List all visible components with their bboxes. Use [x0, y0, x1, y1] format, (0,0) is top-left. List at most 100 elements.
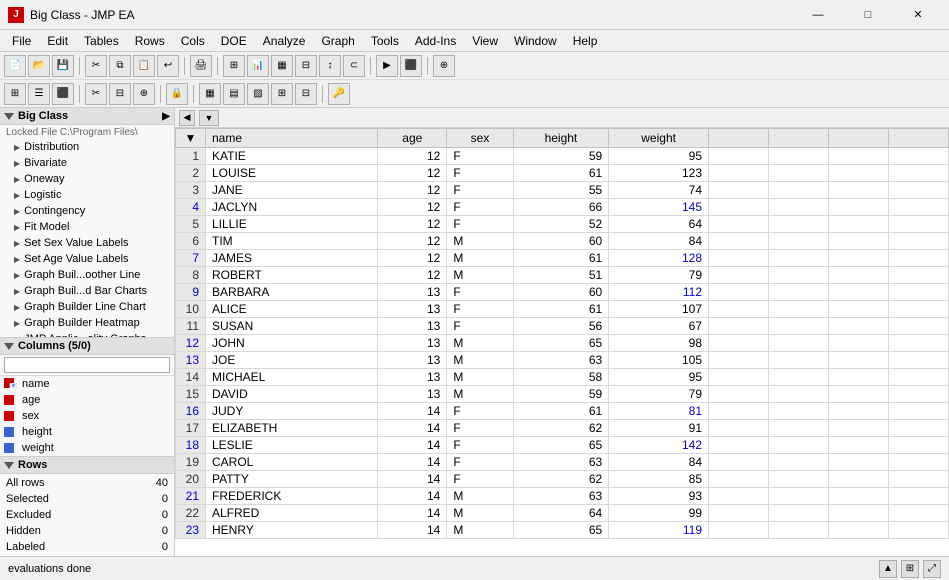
row-height: 65 [513, 437, 609, 454]
table-row: 20PATTY14F6285 [176, 471, 949, 488]
nav-distribution[interactable]: ▶ Distribution [0, 139, 174, 155]
tb2-btn2[interactable]: ☰ [28, 83, 50, 105]
tb-filter-btn[interactable]: ⊟ [295, 55, 317, 77]
table-row: 23HENRY14M65119 [176, 522, 949, 539]
col-age-item[interactable]: age [0, 392, 174, 408]
nav-fitmodel[interactable]: ▶ Fit Model [0, 219, 174, 235]
nav-contingency[interactable]: ▶ Contingency [0, 203, 174, 219]
th-name[interactable]: name [206, 129, 378, 148]
close-button[interactable]: ✕ [895, 5, 941, 25]
dataset-expand-icon[interactable]: ▶ [162, 111, 170, 122]
tb2-btn3[interactable]: ⬛ [52, 83, 74, 105]
row-empty [709, 148, 769, 165]
tb2-btn4[interactable]: ✂ [85, 83, 107, 105]
tb-undo-btn[interactable]: ↩ [157, 55, 179, 77]
row-empty [769, 437, 829, 454]
col-sex-item[interactable]: sex [0, 408, 174, 424]
tb-chart-btn[interactable]: 📊 [247, 55, 269, 77]
row-name: KATIE [206, 148, 378, 165]
row-name: JOE [206, 352, 378, 369]
table-body: 1KATIE12F59952LOUISE12F611233JANE12F5574… [176, 148, 949, 539]
menu-cols[interactable]: Cols [173, 30, 213, 51]
col-weight-item[interactable]: weight [0, 440, 174, 456]
menu-help[interactable]: Help [565, 30, 606, 51]
rows-header[interactable]: Rows [0, 457, 174, 474]
nav-oneway[interactable]: ▶ Oneway [0, 171, 174, 187]
menu-addins[interactable]: Add-Ins [407, 30, 464, 51]
dataset-section-header[interactable]: Big Class ▶ [0, 108, 174, 125]
row-empty [889, 233, 949, 250]
nav-bivariate[interactable]: ▶ Bivariate [0, 155, 174, 171]
nav-set-age[interactable]: ▶ Set Age Value Labels [0, 251, 174, 267]
menu-graph[interactable]: Graph [313, 30, 362, 51]
menu-edit[interactable]: Edit [39, 30, 76, 51]
row-height: 63 [513, 488, 609, 505]
columns-search-input[interactable] [4, 357, 170, 373]
th-row-indicator[interactable]: ▼ [176, 129, 206, 148]
tb-new-btn[interactable]: 📄 [4, 55, 26, 77]
menu-tools[interactable]: Tools [363, 30, 407, 51]
data-nav-left[interactable]: ◀ [179, 110, 195, 126]
menu-rows[interactable]: Rows [127, 30, 173, 51]
tb2-btn7[interactable]: 🔒 [166, 83, 188, 105]
rows-selected-label: Selected [2, 492, 124, 506]
tb-debug-btn[interactable]: ⬛ [400, 55, 422, 77]
menu-window[interactable]: Window [506, 30, 565, 51]
tb-paste-btn[interactable]: 📋 [133, 55, 155, 77]
columns-header[interactable]: Columns (5/0) [0, 338, 174, 355]
menu-view[interactable]: View [464, 30, 506, 51]
tb2-btn1[interactable]: ⊞ [4, 83, 26, 105]
status-grid-btn[interactable]: ⊞ [901, 560, 919, 578]
th-age[interactable]: age [378, 129, 447, 148]
row-number: 20 [176, 471, 206, 488]
nav-graph-line1[interactable]: ▶ Graph Buil...oother Line [0, 267, 174, 283]
tb2-btn5[interactable]: ⊟ [109, 83, 131, 105]
status-expand-btn[interactable]: ⤢ [923, 560, 941, 578]
tb2-btn13[interactable]: 🔑 [328, 83, 350, 105]
row-weight: 107 [609, 301, 709, 318]
row-number: 12 [176, 335, 206, 352]
data-nav-dropdown[interactable]: ▼ [199, 110, 219, 126]
tb-extra-btn[interactable]: ⊕ [433, 55, 455, 77]
data-nav: ◀ ▼ [175, 108, 949, 128]
row-name: LOUISE [206, 165, 378, 182]
maximize-button[interactable]: □ [845, 5, 891, 25]
tb-bar-btn[interactable]: ▦ [271, 55, 293, 77]
tb2-btn9[interactable]: ▤ [223, 83, 245, 105]
rows-table: All rows 40 Selected 0 Excluded 0 Hidden… [0, 474, 174, 556]
minimize-button[interactable]: — [795, 5, 841, 25]
col-name-item[interactable]: 📧 name [0, 376, 174, 392]
tb-grid-btn[interactable]: ⊞ [223, 55, 245, 77]
nav-graph-heatmap[interactable]: ▶ Graph Builder Heatmap [0, 315, 174, 331]
data-panel[interactable]: ◀ ▼ ▼ name age [175, 108, 949, 556]
tb-print-btn[interactable]: 🖨 [190, 55, 212, 77]
tb2-btn8[interactable]: ▦ [199, 83, 221, 105]
th-height[interactable]: height [513, 129, 609, 148]
menu-tables[interactable]: Tables [76, 30, 127, 51]
tb-save-btn[interactable]: 💾 [52, 55, 74, 77]
th-weight[interactable]: weight [609, 129, 709, 148]
tb2-btn10[interactable]: ▨ [247, 83, 269, 105]
nav-set-sex[interactable]: ▶ Set Sex Value Labels [0, 235, 174, 251]
tb-copy-btn[interactable]: ⧉ [109, 55, 131, 77]
menu-analyze[interactable]: Analyze [255, 30, 314, 51]
menu-doe[interactable]: DOE [213, 30, 255, 51]
tb2-btn6[interactable]: ⊕ [133, 83, 155, 105]
tb-run-btn[interactable]: ▶ [376, 55, 398, 77]
status-up-btn[interactable]: ▲ [879, 560, 897, 578]
tb-subset-btn[interactable]: ⊂ [343, 55, 365, 77]
tb-sort-btn[interactable]: ↕ [319, 55, 341, 77]
th-sex[interactable]: sex [447, 129, 513, 148]
tb-open-btn[interactable]: 📂 [28, 55, 50, 77]
col-height-item[interactable]: height [0, 424, 174, 440]
nav-graph-bar[interactable]: ▶ Graph Buil...d Bar Charts [0, 283, 174, 299]
row-weight: 128 [609, 250, 709, 267]
menu-file[interactable]: File [4, 30, 39, 51]
nav-logistic[interactable]: ▶ Logistic [0, 187, 174, 203]
nav-graph-line-chart[interactable]: ▶ Graph Builder Line Chart [0, 299, 174, 315]
tb-cut-btn[interactable]: ✂ [85, 55, 107, 77]
tb2-btn12[interactable]: ⊟ [295, 83, 317, 105]
row-empty [889, 199, 949, 216]
tb2-btn11[interactable]: ⊞ [271, 83, 293, 105]
row-empty [889, 488, 949, 505]
